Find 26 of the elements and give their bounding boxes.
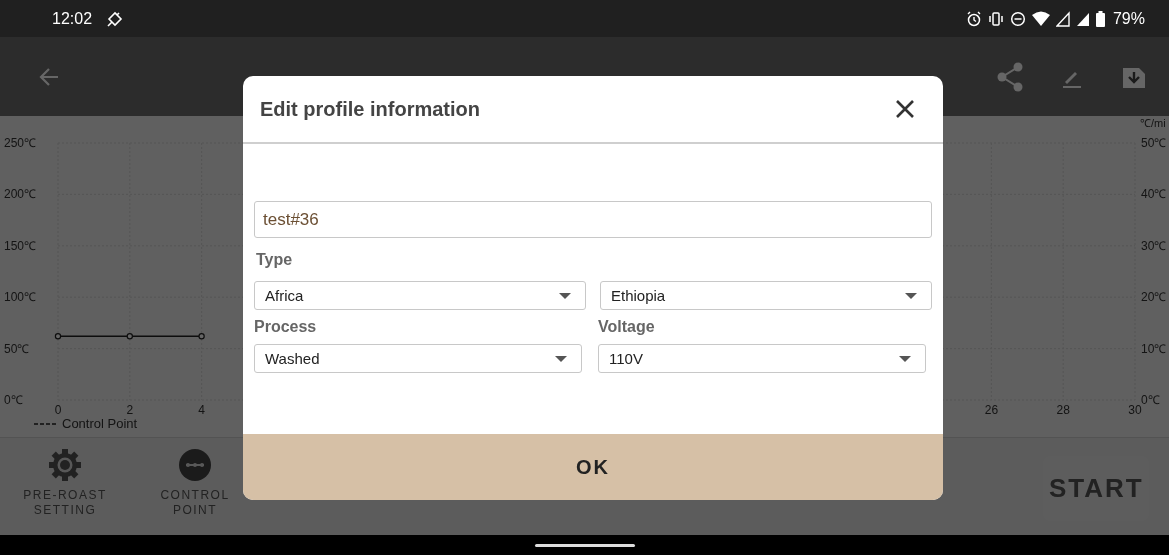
axis-label: 150℃ [4,238,37,253]
status-time: 12:02 [52,9,93,28]
axis-label: 100℃ [4,290,37,305]
axis-label: 26 [984,403,999,417]
axis-label: 20℃ [1141,290,1167,305]
axis-label: 200℃ [4,187,37,202]
axis-label: 0 [54,403,62,417]
axis-unit: ℃/mi [1140,117,1166,129]
dialog-title: Edit profile information [260,97,480,121]
field-label: Voltage [598,318,656,336]
axis-label: 50℃ [1141,136,1167,150]
axis-label: 250℃ [4,136,37,150]
field-label: Process [254,318,318,336]
axis-label: 28 [1056,403,1070,417]
axis-label: 10℃ [1141,341,1167,356]
axis-label: 30 [1128,403,1142,417]
axis-label: 0℃ [4,393,23,407]
axis-label: 0℃ [1141,393,1160,407]
axis-label: 40℃ [1141,187,1167,202]
battery-percent: 79% [1112,9,1145,28]
axis-label: 50℃ [4,341,30,356]
axis-label: 30℃ [1141,238,1167,253]
field-label: Type [256,251,294,269]
axis-label: 4 [198,403,205,417]
axis-label: 2 [126,403,134,417]
legend-label: Control Point [62,416,138,431]
